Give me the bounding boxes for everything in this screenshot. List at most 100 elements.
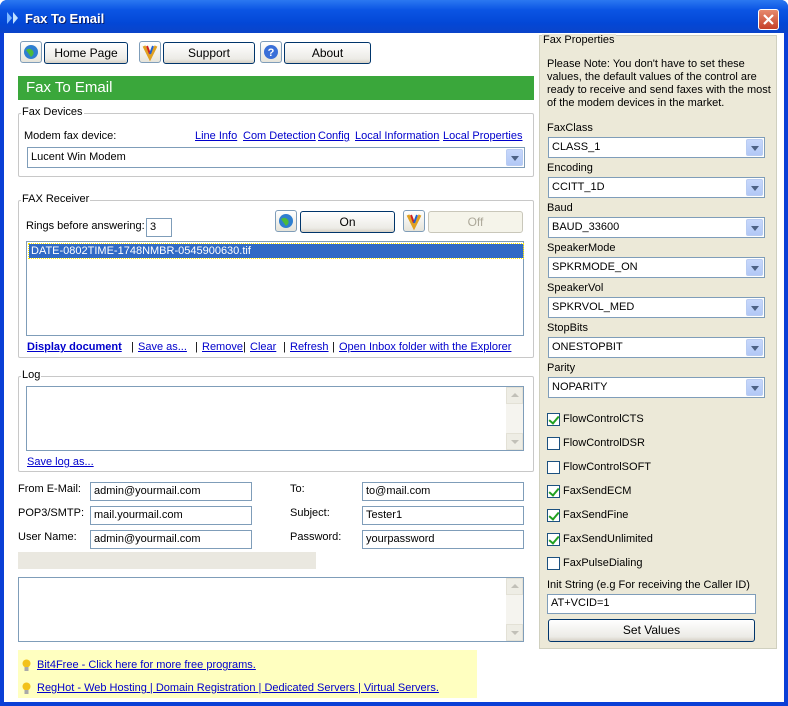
close-icon <box>763 14 774 25</box>
user-name-label: User Name: <box>18 531 77 543</box>
subject-field[interactable]: Tester1 <box>362 506 524 525</box>
log-group: Log Save log as... <box>18 369 534 472</box>
received-fax-list[interactable]: DATE-0802TIME-1748NMBR-0545900630.tif <box>26 241 524 336</box>
subject-label: Subject: <box>290 507 330 519</box>
pop-smtp-field[interactable]: mail.yourmail.com <box>90 506 252 525</box>
faxsendfine-checkbox[interactable] <box>547 509 560 522</box>
promo-bar: Bit4Free - Click here for more free prog… <box>18 650 477 698</box>
line-info-link[interactable]: Line Info <box>195 130 237 142</box>
encoding-value: CCITT_1D <box>552 181 605 193</box>
display-document-link[interactable]: Display document <box>27 341 122 353</box>
fax-app-icon <box>7 12 18 24</box>
speakermode-label: SpeakerMode <box>547 242 616 254</box>
app-window: Fax To Email Home Page Support ? About F… <box>0 0 788 706</box>
title-bar[interactable]: Fax To Email <box>0 0 788 33</box>
log-textarea[interactable] <box>26 386 524 451</box>
flowcontroldsr-label: FlowControlDSR <box>563 437 645 449</box>
com-detection-link[interactable]: Com Detection <box>243 130 316 142</box>
bit4free-link[interactable]: Bit4Free - Click here for more free prog… <box>37 659 256 671</box>
support-icon[interactable] <box>139 41 161 63</box>
lightbulb-icon <box>22 682 31 694</box>
globe-icon[interactable] <box>275 210 297 232</box>
help-icon[interactable]: ? <box>260 41 282 63</box>
chevron-down-icon[interactable] <box>746 299 763 316</box>
scroll-up-icon[interactable] <box>506 578 523 595</box>
flowcontrolcts-checkbox[interactable] <box>547 413 560 426</box>
chevron-down-icon[interactable] <box>746 379 763 396</box>
remove-link[interactable]: Remove <box>202 341 243 353</box>
chevron-down-icon[interactable] <box>746 259 763 276</box>
svg-text:?: ? <box>268 47 275 59</box>
rings-input[interactable]: 3 <box>146 218 172 237</box>
speakermode-select[interactable]: SPKRMODE_ON <box>548 257 765 278</box>
flowcontrolsoft-label: FlowControlSOFT <box>563 461 652 473</box>
chevron-down-icon[interactable] <box>506 149 523 166</box>
scroll-down-icon[interactable] <box>506 624 523 641</box>
support-icon[interactable] <box>403 210 425 232</box>
receiver-off-button[interactable]: Off <box>428 211 523 233</box>
local-properties-link[interactable]: Local Properties <box>443 130 523 142</box>
close-button[interactable] <box>758 9 779 30</box>
log-title: Log <box>21 369 42 381</box>
faxpulsedialing-checkbox[interactable] <box>547 557 560 570</box>
log-scrollbar[interactable] <box>506 387 523 450</box>
refresh-link[interactable]: Refresh <box>290 341 329 353</box>
speakervol-select[interactable]: SPKRVOL_MED <box>548 297 765 318</box>
encoding-select[interactable]: CCITT_1D <box>548 177 765 198</box>
baud-label: Baud <box>547 202 573 214</box>
speakermode-value: SPKRMODE_ON <box>552 261 638 273</box>
fax-receiver-group: FAX Receiver Rings before answering: 3 O… <box>18 193 534 358</box>
stopbits-label: StopBits <box>547 322 588 334</box>
separator: | <box>243 341 246 353</box>
modem-device-select[interactable]: Lucent Win Modem <box>27 147 525 168</box>
clear-link[interactable]: Clear <box>250 341 276 353</box>
user-name-field[interactable]: admin@yourmail.com <box>90 530 252 549</box>
about-button[interactable]: About <box>284 42 371 64</box>
message-scrollbar[interactable] <box>506 578 523 641</box>
faxsendecm-checkbox[interactable] <box>547 485 560 498</box>
message-textarea[interactable] <box>18 577 524 642</box>
scroll-down-icon[interactable] <box>506 433 523 450</box>
password-field[interactable]: yourpassword <box>362 530 524 549</box>
baud-value: BAUD_33600 <box>552 221 620 233</box>
open-inbox-link[interactable]: Open Inbox folder with the Explorer <box>339 341 511 353</box>
flowcontroldsr-checkbox[interactable] <box>547 437 560 450</box>
modem-device-label: Modem fax device: <box>24 130 117 142</box>
page-banner: Fax To Email <box>18 76 534 100</box>
set-values-button[interactable]: Set Values <box>548 619 755 642</box>
faxclass-label: FaxClass <box>547 122 593 134</box>
parity-select[interactable]: NOPARITY <box>548 377 765 398</box>
save-as-link[interactable]: Save as... <box>138 341 187 353</box>
config-link[interactable]: Config <box>318 130 350 142</box>
fax-properties-panel: Fax Properties Please Note: You don't ha… <box>539 34 777 649</box>
chevron-down-icon[interactable] <box>746 139 763 156</box>
pop-smtp-label: POP3/SMTP: <box>18 507 85 519</box>
speakervol-value: SPKRVOL_MED <box>552 301 635 313</box>
support-button[interactable]: Support <box>163 42 255 64</box>
local-information-link[interactable]: Local Information <box>355 130 439 142</box>
stopbits-select[interactable]: ONESTOPBIT <box>548 337 765 358</box>
separator: | <box>131 341 134 353</box>
fax-receiver-title: FAX Receiver <box>21 193 91 205</box>
flowcontrolcts-label: FlowControlCTS <box>563 413 644 425</box>
chevron-down-icon[interactable] <box>746 179 763 196</box>
faxsendunlimited-checkbox[interactable] <box>547 533 560 546</box>
scroll-up-icon[interactable] <box>506 387 523 404</box>
faxclass-select[interactable]: CLASS_1 <box>548 137 765 158</box>
fax-properties-title: Fax Properties <box>542 34 616 46</box>
rings-label: Rings before answering: <box>26 220 145 232</box>
flowcontrolsoft-checkbox[interactable] <box>547 461 560 474</box>
reghot-link[interactable]: RegHot - Web Hosting | Domain Registrati… <box>37 682 439 694</box>
baud-select[interactable]: BAUD_33600 <box>548 217 765 238</box>
init-string-field[interactable]: AT+VCID=1 <box>547 594 756 614</box>
from-email-field[interactable]: admin@yourmail.com <box>90 482 252 501</box>
receiver-on-button[interactable]: On <box>300 211 395 233</box>
chevron-down-icon[interactable] <box>746 339 763 356</box>
save-log-link[interactable]: Save log as... <box>27 456 94 468</box>
fax-devices-group: Fax Devices Modem fax device: Line Info … <box>18 106 534 177</box>
chevron-down-icon[interactable] <box>746 219 763 236</box>
to-field[interactable]: to@mail.com <box>362 482 524 501</box>
home-page-button[interactable]: Home Page <box>44 42 128 64</box>
list-item[interactable]: DATE-0802TIME-1748NMBR-0545900630.tif <box>28 243 524 259</box>
globe-icon[interactable] <box>20 41 42 63</box>
